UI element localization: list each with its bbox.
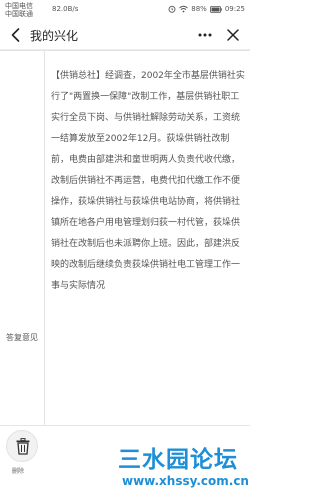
reply-text: 【供销总社】经调查，2002年全市基层供销社实行了"两置换一保障"改制工作，基层…: [51, 71, 245, 291]
reply-content[interactable]: 答复意见 【供销总社】经调查，2002年全市基层供销社实行了"两置换一保障"改制…: [0, 50, 250, 425]
site-watermark: 三水园论坛 www.xhssy.com.cn: [118, 440, 249, 500]
battery-percent: 88%: [191, 5, 207, 13]
status-bar: 中国电信 中国联通 82.0B/s 88% 09:25: [0, 0, 250, 20]
clock: 09:25: [224, 5, 245, 13]
close-icon[interactable]: [224, 26, 242, 44]
delete-label: 删除: [12, 468, 25, 475]
reply-table: 答复意见 【供销总社】经调查，2002年全市基层供销社实行了"两置换一保障"改制…: [0, 50, 250, 425]
watermark-title: 三水园论坛: [118, 447, 238, 473]
network-speed: 82.0B/s: [52, 5, 79, 13]
reply-label-cell: 答复意见: [0, 50, 45, 425]
reply-label: 答复意见: [6, 333, 38, 342]
status-right: 88% 09:25: [168, 5, 245, 13]
alarm-icon: [168, 5, 176, 13]
wifi-icon: [179, 5, 189, 13]
watermark-url: www.xhssy.com.cn: [122, 474, 249, 488]
carrier-info: 中国电信 中国联通: [5, 2, 33, 18]
trash-icon: [16, 438, 30, 455]
reply-text-cell: 【供销总社】经调查，2002年全市基层供销社实行了"两置换一保障"改制工作，基层…: [45, 50, 250, 425]
page-title: 我的兴化: [30, 29, 79, 43]
carrier-1: 中国电信: [5, 2, 33, 10]
more-options-icon[interactable]: [196, 26, 214, 44]
nav-bar: 我的兴化: [0, 20, 250, 50]
delete-button[interactable]: [6, 430, 38, 462]
carrier-2: 中国联通: [5, 10, 33, 18]
battery-icon: [209, 5, 222, 13]
table-divider: [0, 50, 250, 51]
back-arrow-icon[interactable]: [6, 25, 26, 45]
